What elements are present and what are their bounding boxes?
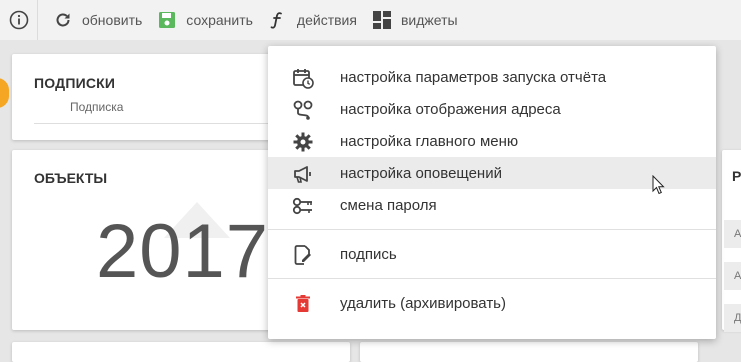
- megaphone-icon: [292, 163, 314, 185]
- calendar-clock-icon: [292, 67, 314, 89]
- mouse-pointer-icon: [652, 175, 665, 195]
- menu-item-signature[interactable]: подпись: [268, 238, 716, 270]
- save-button[interactable]: сохранить: [156, 0, 267, 40]
- widgets-button[interactable]: виджеты: [371, 0, 472, 40]
- right-card: Р А А Д: [722, 150, 741, 332]
- menu-item-label: настройка параметров запуска отчёта: [340, 68, 607, 86]
- route-pins-icon: [292, 99, 314, 121]
- refresh-label: обновить: [82, 12, 143, 28]
- refresh-button[interactable]: обновить: [52, 0, 156, 40]
- widgets-icon: [371, 9, 393, 31]
- subscriptions-title: ПОДПИСКИ: [34, 75, 116, 91]
- right-row[interactable]: А: [724, 262, 741, 290]
- actions-button[interactable]: действия: [267, 0, 371, 40]
- right-row[interactable]: А: [724, 220, 741, 248]
- gear-icon: [292, 131, 314, 153]
- menu-item-main-menu-settings[interactable]: настройка главного меню: [268, 125, 716, 157]
- trash-icon: [292, 293, 314, 315]
- key-icon: [292, 195, 314, 217]
- right-row[interactable]: Д: [724, 304, 741, 332]
- info-button[interactable]: [0, 0, 38, 40]
- menu-item-change-password[interactable]: смена пароля: [268, 189, 716, 221]
- widgets-label: виджеты: [400, 12, 458, 28]
- settings-menu: настройка параметров запуска отчёта наст…: [268, 46, 716, 339]
- menu-divider: [268, 229, 716, 230]
- orange-side-tab[interactable]: [0, 78, 9, 108]
- menu-item-label: подпись: [340, 245, 397, 263]
- menu-item-label: удалить (архивировать): [340, 294, 506, 312]
- menu-item-label: настройка оповещений: [340, 164, 502, 182]
- subscription-item[interactable]: Подписка: [70, 100, 123, 114]
- save-icon: [156, 9, 178, 31]
- signature-file-icon: [292, 244, 314, 266]
- menu-item-label: настройка отображения адреса: [340, 100, 561, 118]
- menu-item-notification-settings[interactable]: настройка оповещений: [268, 157, 716, 189]
- function-icon: [267, 9, 289, 31]
- objects-title: ОБЪЕКТЫ: [34, 170, 108, 186]
- toolbar: обновить сохранить действия виджеты: [0, 0, 741, 40]
- bottom-card-left: [12, 342, 350, 362]
- bottom-card-right: [360, 342, 698, 362]
- menu-item-label: смена пароля: [340, 196, 437, 214]
- menu-divider: [268, 278, 716, 279]
- right-card-title: Р: [732, 168, 741, 184]
- refresh-icon: [52, 9, 74, 31]
- objects-count: 2017: [96, 209, 270, 294]
- info-icon: [9, 10, 28, 30]
- save-label: сохранить: [186, 12, 253, 28]
- menu-item-report-launch-settings[interactable]: настройка параметров запуска отчёта: [268, 61, 716, 93]
- menu-item-label: настройка главного меню: [340, 132, 519, 150]
- menu-item-delete-archive[interactable]: удалить (архивировать): [268, 287, 716, 319]
- actions-label: действия: [296, 12, 357, 28]
- menu-item-address-display[interactable]: настройка отображения адреса: [268, 93, 716, 125]
